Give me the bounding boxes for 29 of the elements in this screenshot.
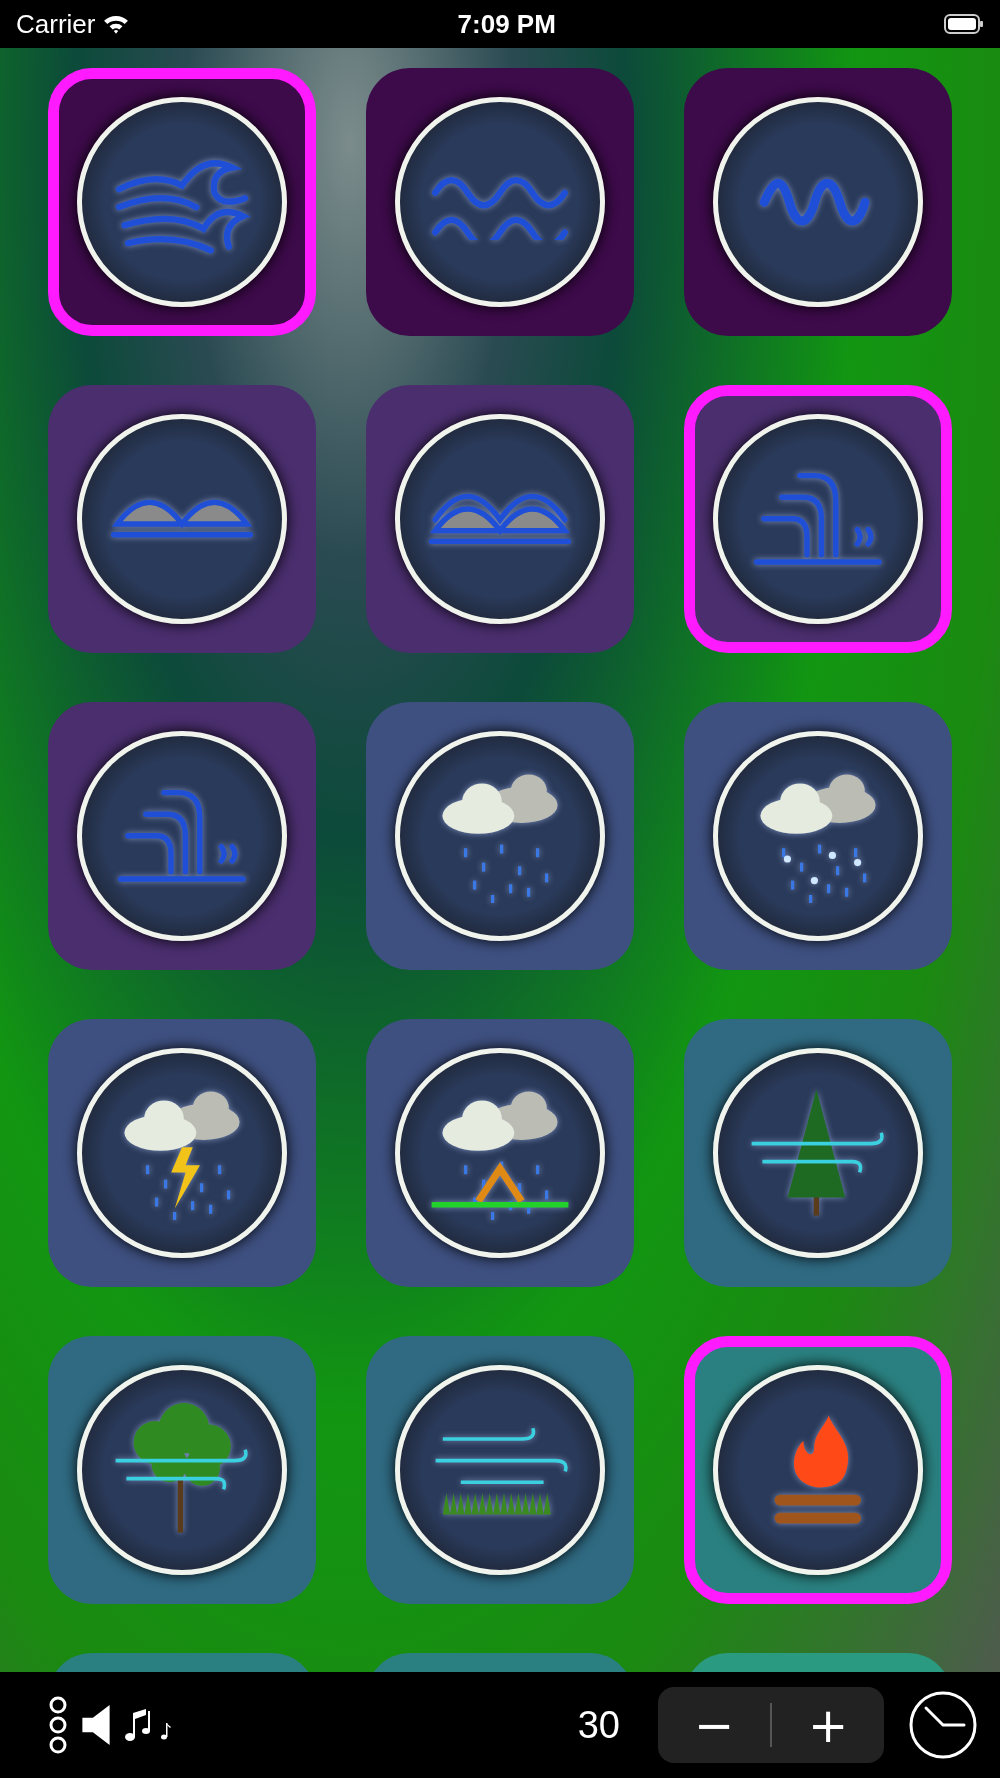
- clock-icon[interactable]: [908, 1690, 978, 1760]
- menu-icon[interactable]: [48, 1694, 68, 1756]
- sound-tile[interactable]: [684, 1019, 952, 1287]
- music-notes-icon[interactable]: [124, 1707, 174, 1743]
- sound-tile[interactable]: [366, 1336, 634, 1604]
- decrement-button[interactable]: −: [658, 1687, 770, 1763]
- waterfall-icon: [117, 789, 247, 883]
- sound-tile[interactable]: [48, 1019, 316, 1287]
- waterfall-icon: [753, 472, 883, 566]
- status-time: 7:09 PM: [457, 8, 557, 40]
- sound-tile[interactable]: [366, 702, 634, 970]
- sound-tile[interactable]: [366, 385, 634, 653]
- battery-icon: [944, 14, 984, 34]
- sound-tile[interactable]: [684, 702, 952, 970]
- wifi-icon: [103, 14, 130, 34]
- increment-button[interactable]: +: [772, 1687, 884, 1763]
- sound-tile[interactable]: [684, 68, 952, 336]
- sound-tile[interactable]: [366, 68, 634, 336]
- sound-tile[interactable]: [366, 1019, 634, 1287]
- sound-tile[interactable]: [48, 385, 316, 653]
- hills-icon: [428, 491, 572, 547]
- sound-tile[interactable]: [684, 385, 952, 653]
- sound-tile[interactable]: [48, 1336, 316, 1604]
- sound-tile[interactable]: [48, 68, 316, 336]
- interval-count: 30: [577, 1703, 620, 1747]
- sound-tile[interactable]: [48, 702, 316, 970]
- carrier-name: Carrier: [16, 8, 96, 40]
- speaker-icon[interactable]: [80, 1703, 112, 1747]
- sound-tile[interactable]: [684, 1336, 952, 1604]
